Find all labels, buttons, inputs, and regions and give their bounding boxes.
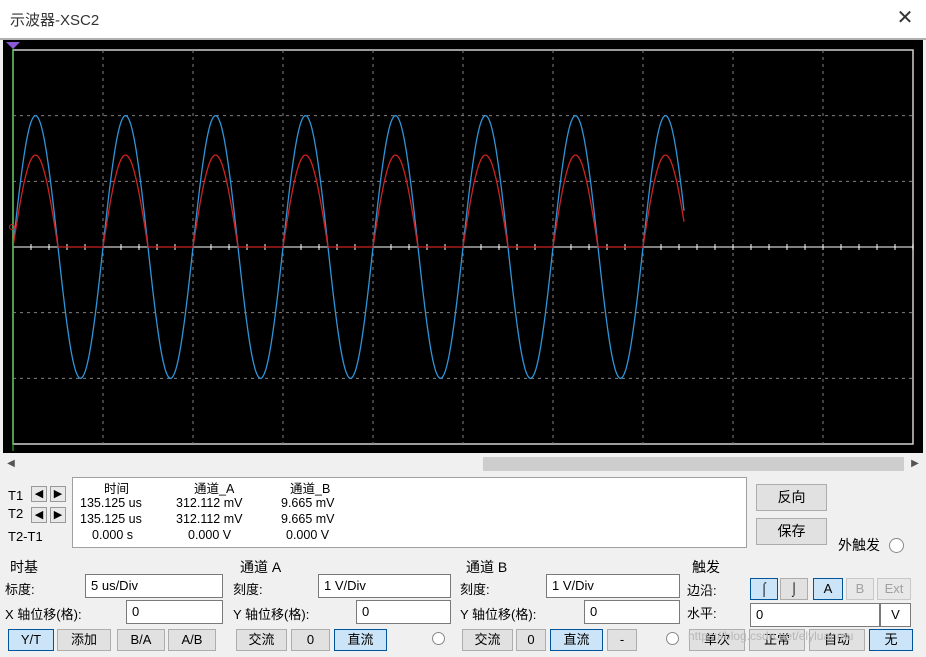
external-trigger-label: 外触发: [838, 537, 880, 553]
header-time: 时间: [104, 482, 130, 496]
title-bar: [0, 0, 926, 38]
trigger-source-a-button[interactable]: A: [813, 578, 843, 600]
measurement-panel: [72, 477, 747, 548]
t2-label: T2: [8, 506, 24, 521]
t2-channel-b-value: 9.665 mV: [281, 512, 335, 526]
channel-a-radio[interactable]: [432, 632, 445, 645]
close-icon[interactable]: ✕: [893, 6, 917, 30]
t2-channel-a-value: 312.112 mV: [176, 512, 243, 526]
channel-a-scale-label: 刻度:: [233, 582, 263, 597]
cursor-t1-marker-icon: [6, 42, 20, 49]
timebase-title: 时基: [10, 559, 38, 575]
t1-label: T1: [8, 488, 24, 503]
channel-a-scale-field[interactable]: 1 V/Div: [318, 574, 451, 598]
channel-a-dc-button[interactable]: 直流: [334, 629, 387, 651]
timebase-scale-label: 标度:: [5, 582, 35, 597]
channel-b-ypos-field[interactable]: 0: [584, 600, 680, 624]
t2-time-value: 135.125 us: [80, 512, 142, 526]
channel-a-title: 通道 A: [240, 559, 282, 575]
channel-a-ypos-field[interactable]: 0: [356, 600, 451, 624]
channel-a-ac-button[interactable]: 交流: [236, 629, 287, 651]
x-position-label: X 轴位移(格):: [5, 607, 82, 622]
channel-b-title: 通道 B: [466, 559, 508, 575]
header-channel-b: 通道_B: [290, 482, 331, 496]
channel-b-dc-button[interactable]: 直流: [550, 629, 603, 651]
falling-edge-icon[interactable]: ⌡: [780, 578, 808, 600]
scroll-thumb[interactable]: [483, 457, 904, 471]
trigger-edge-label: 边沿:: [687, 583, 717, 598]
t1-left-arrow-icon[interactable]: ◀: [31, 486, 47, 502]
trigger-level-unit[interactable]: V: [880, 603, 911, 627]
oscilloscope-screen: [3, 40, 923, 453]
channel-b-invert-button[interactable]: -: [607, 629, 637, 651]
none-mode-button[interactable]: 无: [869, 629, 913, 651]
t1-right-arrow-icon[interactable]: ▶: [50, 486, 66, 502]
rising-edge-icon[interactable]: ⌠: [750, 578, 778, 600]
scroll-left-icon[interactable]: ◀: [3, 455, 19, 473]
trigger-title: 触发: [692, 559, 720, 575]
add-mode-button[interactable]: 添加: [57, 629, 111, 651]
ba-mode-button[interactable]: B/A: [117, 629, 165, 651]
save-button[interactable]: 保存: [756, 518, 827, 545]
channel-b-zero-button[interactable]: 0: [516, 629, 546, 651]
t2-t1-label: T2-T1: [8, 529, 43, 544]
watermark-text: https://blog.csdn.net/elyluanmu: [688, 629, 854, 643]
trigger-level-field[interactable]: 0: [750, 603, 880, 627]
delta-channel-b-value: 0.000 V: [286, 528, 330, 542]
yt-mode-button[interactable]: Y/T: [8, 629, 54, 651]
channel-b-radio[interactable]: [666, 632, 679, 645]
delta-time-value: 0.000 s: [92, 528, 134, 542]
channel-a-trace: [12, 154, 685, 248]
channel-a-ypos-label: Y 轴位移(格):: [233, 607, 310, 622]
t1-channel-a-value: 312.112 mV: [176, 496, 243, 510]
channel-b-scale-label: 刻度:: [460, 582, 490, 597]
t1-time-value: 135.125 us: [80, 496, 142, 510]
t1-channel-b-value: 9.665 mV: [281, 496, 335, 510]
scroll-right-icon[interactable]: ▶: [907, 455, 923, 473]
trigger-source-b-button[interactable]: B: [846, 578, 874, 600]
t2-left-arrow-icon[interactable]: ◀: [31, 507, 47, 523]
ab-mode-button[interactable]: A/B: [168, 629, 216, 651]
header-channel-a: 通道_A: [194, 482, 235, 496]
trigger-source-ext-button[interactable]: Ext: [877, 578, 911, 600]
trigger-level-label: 水平:: [687, 606, 717, 621]
t2-right-arrow-icon[interactable]: ▶: [50, 507, 66, 523]
channel-b-ac-button[interactable]: 交流: [462, 629, 513, 651]
reverse-button[interactable]: 反向: [756, 484, 827, 511]
channel-b-scale-field[interactable]: 1 V/Div: [546, 574, 680, 598]
channel-a-zero-button[interactable]: 0: [291, 629, 330, 651]
external-trigger-radio[interactable]: [889, 538, 904, 553]
delta-channel-a-value: 0.000 V: [188, 528, 232, 542]
timebase-scale-field[interactable]: 5 us/Div: [85, 574, 223, 598]
x-position-field[interactable]: 0: [126, 600, 223, 624]
channel-b-ypos-label: Y 轴位移(格):: [460, 607, 537, 622]
window-title: 示波器-XSC2: [10, 12, 100, 29]
